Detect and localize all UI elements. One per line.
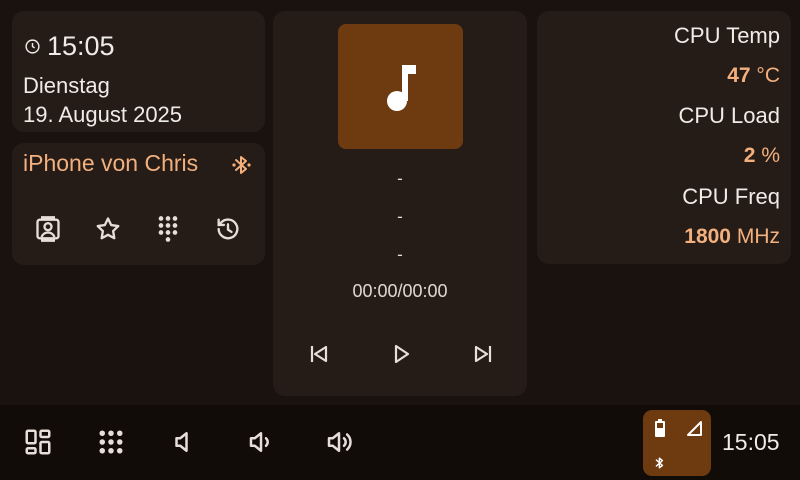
- dashboard-button[interactable]: [19, 423, 57, 461]
- volume-mute-icon: [175, 432, 188, 452]
- clock-icon: [25, 39, 40, 54]
- volume-down-button[interactable]: [242, 423, 280, 461]
- track-album: -: [397, 245, 403, 264]
- cpu-load-value: 2 %: [744, 144, 780, 168]
- clock-row: 15:05: [24, 31, 115, 62]
- dialpad-icon: [158, 216, 178, 242]
- cpu-temp-value: 47 °C: [727, 64, 780, 88]
- taskbar-clock: 15:05: [722, 429, 780, 455]
- album-art: [338, 24, 463, 149]
- clock-time: 15:05: [47, 31, 115, 61]
- cpu-freq-number: 1800: [684, 225, 731, 248]
- apps-button[interactable]: [92, 423, 130, 461]
- track-progress: 00:00/00:00: [352, 281, 448, 301]
- bluetooth-icon: [655, 457, 664, 469]
- cpu-temp-label: CPU Temp: [674, 23, 780, 48]
- battery-indicator: [652, 419, 668, 437]
- cpu-temp-unit: °C: [756, 64, 780, 87]
- phone-device-name[interactable]: iPhone von Chris: [23, 150, 198, 177]
- cpu-stats-card: CPU Temp 47 °C CPU Load 2 % CPU Freq 180…: [537, 11, 791, 264]
- cpu-load-unit: %: [761, 144, 780, 167]
- volume-mute-button[interactable]: [165, 423, 203, 461]
- phone-actions: [12, 211, 265, 247]
- cpu-freq-label: CPU Freq: [682, 184, 780, 209]
- skip-next-icon: [474, 345, 492, 363]
- bluetooth-icon[interactable]: [232, 152, 252, 178]
- contacts-button[interactable]: [30, 211, 66, 247]
- taskbar: 15:05: [0, 405, 800, 480]
- play-button[interactable]: [384, 337, 418, 371]
- dashboard-icon: [25, 429, 51, 455]
- signal-icon: [686, 420, 702, 436]
- media-controls: [273, 337, 527, 371]
- bluetooth-indicator: [652, 454, 668, 472]
- history-button[interactable]: [210, 211, 246, 247]
- play-icon: [394, 344, 410, 364]
- star-icon: [96, 217, 120, 240]
- track-title: -: [397, 169, 403, 188]
- cpu-freq-unit: MHz: [736, 225, 780, 248]
- track-artist: -: [397, 207, 403, 226]
- dialpad-button[interactable]: [150, 211, 186, 247]
- phone-card: iPhone von Chris: [12, 143, 265, 265]
- cpu-temp-number: 47: [727, 64, 751, 87]
- history-icon: [217, 218, 239, 240]
- previous-button[interactable]: [302, 337, 336, 371]
- clock-day: Dienstag: [23, 73, 110, 98]
- cpu-load-label: CPU Load: [678, 103, 780, 128]
- contacts-icon: [36, 216, 60, 242]
- volume-up-button[interactable]: [320, 423, 358, 461]
- apps-grid-icon: [99, 430, 123, 454]
- signal-indicator: [685, 419, 703, 437]
- music-note-icon: [386, 64, 416, 111]
- skip-previous-icon: [310, 345, 328, 363]
- cpu-freq-value: 1800 MHz: [684, 225, 780, 249]
- clock-card: 15:05 Dienstag 19. August 2025: [12, 11, 265, 132]
- volume-down-icon: [249, 432, 269, 452]
- status-tray[interactable]: [643, 410, 711, 476]
- favorites-button[interactable]: [90, 211, 126, 247]
- volume-up-icon: [327, 432, 352, 452]
- media-player-card: - - - 00:00/00:00: [273, 11, 527, 396]
- clock-date: 19. August 2025: [23, 102, 183, 127]
- cpu-load-number: 2: [743, 144, 756, 167]
- battery-icon: [655, 419, 665, 437]
- next-button[interactable]: [466, 337, 500, 371]
